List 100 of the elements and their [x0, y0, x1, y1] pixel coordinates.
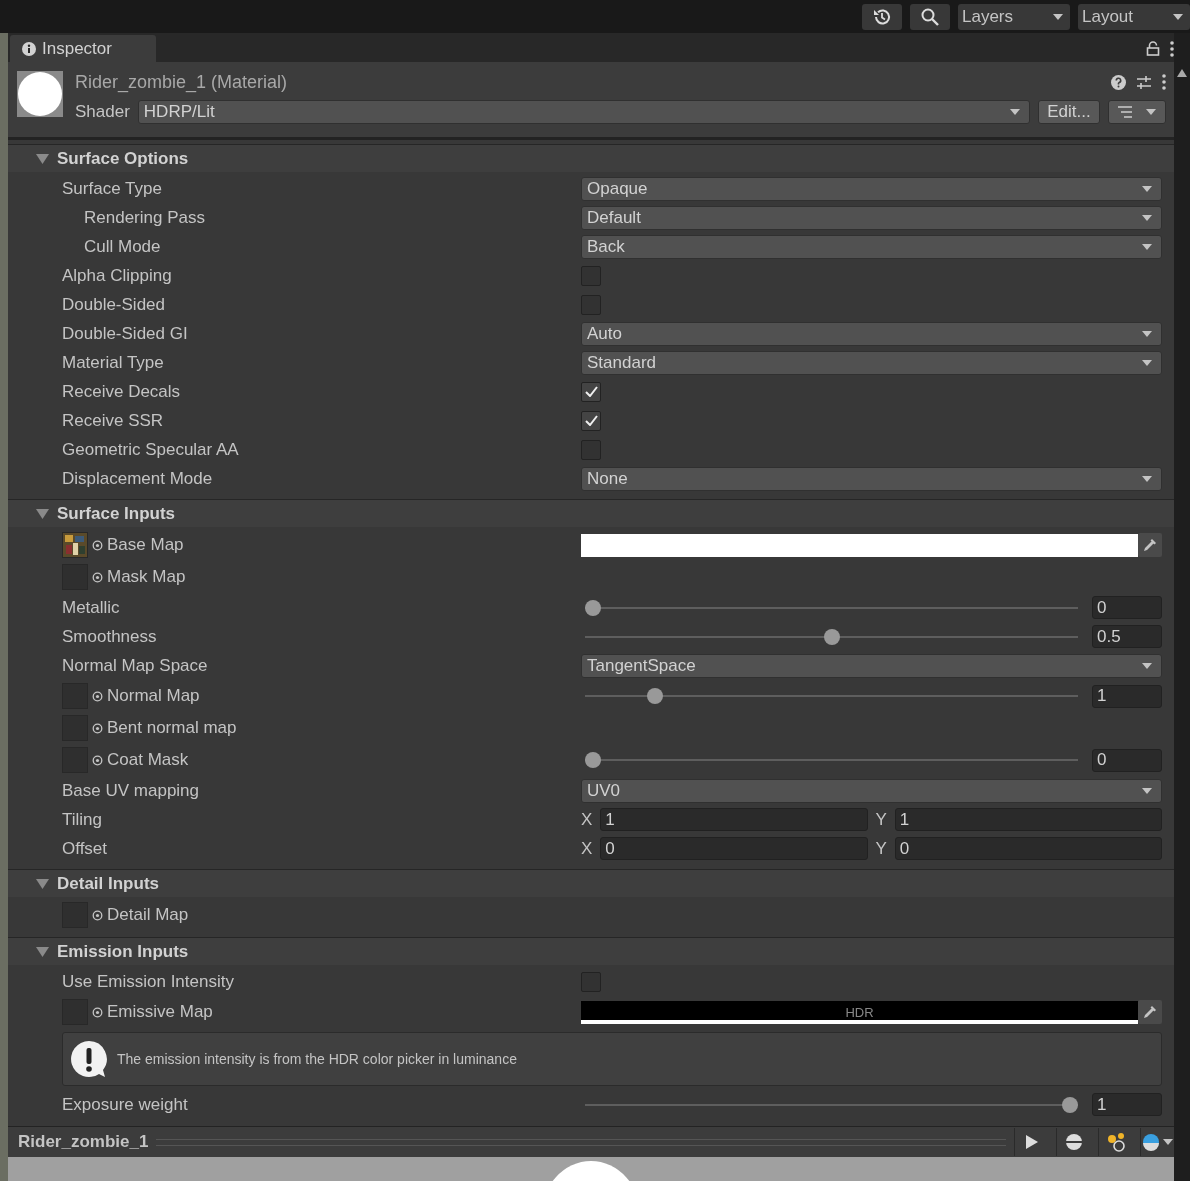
property-label: Smoothness	[62, 626, 157, 647]
section-header[interactable]: Surface Inputs	[8, 499, 1174, 527]
section-header[interactable]: Surface Options	[8, 144, 1174, 172]
eyedropper-button[interactable]	[1138, 1000, 1162, 1024]
dropdown[interactable]: Auto	[581, 321, 1162, 346]
collapse-arrow-icon[interactable]	[36, 877, 49, 890]
checkmark-icon	[584, 386, 598, 397]
search-button[interactable]	[910, 3, 950, 30]
property-label: Base UV mapping	[62, 780, 200, 801]
sky-dropdown-button[interactable]	[1140, 1128, 1174, 1156]
history-icon	[872, 6, 892, 27]
section-header[interactable]: Detail Inputs	[8, 869, 1174, 897]
number-field[interactable]: 1	[1092, 684, 1162, 708]
number-field[interactable]: 1	[600, 808, 868, 831]
dropdown[interactable]: UV0	[581, 778, 1162, 803]
caret-icon	[1141, 358, 1153, 367]
color-field[interactable]: HDR	[581, 1000, 1138, 1024]
shader-label: Shader	[75, 102, 130, 122]
property-label: Offset	[62, 838, 108, 859]
property-label: Rendering Pass	[84, 207, 205, 228]
target-icon[interactable]	[92, 539, 103, 551]
history-button[interactable]	[862, 3, 902, 30]
eyedropper-button[interactable]	[1138, 533, 1162, 557]
target-icon[interactable]	[92, 722, 103, 734]
dropdown[interactable]: None	[581, 466, 1162, 491]
lock-icon[interactable]	[1146, 41, 1160, 56]
property-label: Mask Map	[107, 567, 186, 587]
property-label: Detail Map	[107, 905, 189, 925]
axis-label: X	[581, 838, 593, 859]
axis-label: Y	[875, 809, 887, 830]
number-field[interactable]: 0.5	[1092, 625, 1162, 648]
eyedropper-icon	[1142, 1004, 1158, 1020]
caret-icon	[1009, 108, 1021, 116]
edit-button[interactable]: Edit...	[1038, 100, 1100, 124]
slider-handle[interactable]	[1062, 1096, 1078, 1113]
dropdown[interactable]: TangentSpace	[581, 653, 1162, 678]
help-icon[interactable]	[1111, 74, 1126, 90]
number-field[interactable]: 1	[1092, 1093, 1162, 1116]
more-icon[interactable]	[1162, 74, 1166, 90]
slider-handle[interactable]	[647, 688, 663, 704]
property-label: Surface Type	[62, 178, 162, 199]
property-label: Alpha Clipping	[62, 265, 172, 286]
color-field[interactable]	[581, 533, 1138, 557]
preview-title: Rider_zombie_1	[18, 1132, 149, 1152]
property-label: Exposure weight	[62, 1094, 188, 1115]
property-label: Emissive Map	[107, 1002, 213, 1022]
number-field[interactable]: 0	[1092, 748, 1162, 772]
more-icon[interactable]	[1170, 40, 1174, 57]
caret-icon	[1141, 213, 1153, 222]
drag-handle[interactable]	[156, 1138, 1006, 1146]
collapse-arrow-icon[interactable]	[36, 507, 49, 520]
target-icon[interactable]	[92, 909, 103, 921]
target-icon[interactable]	[92, 571, 103, 583]
texture-slot[interactable]	[62, 532, 88, 558]
target-icon[interactable]	[92, 1006, 103, 1018]
axis-label: Y	[875, 838, 887, 859]
dropdown[interactable]: Back	[581, 234, 1162, 259]
checkbox[interactable]	[581, 381, 601, 402]
property-label: Receive SSR	[62, 410, 164, 431]
lights-icon	[1105, 1132, 1126, 1152]
property-label: Material Type	[62, 352, 164, 373]
property-label: Double-Sided	[62, 294, 165, 315]
layers-dropdown[interactable]: Layers	[958, 3, 1070, 30]
inspector-tab[interactable]: Inspector	[10, 35, 156, 62]
sphere-icon	[1064, 1133, 1083, 1151]
caret-icon	[1161, 1138, 1174, 1146]
property-label: Double-Sided GI	[62, 323, 188, 344]
slider-handle[interactable]	[585, 752, 601, 768]
property-label: Use Emission Intensity	[62, 971, 234, 992]
caret-icon	[1145, 108, 1157, 116]
caret-icon	[1141, 661, 1153, 670]
property-label: Normal Map Space	[62, 655, 208, 676]
target-icon[interactable]	[92, 690, 103, 702]
number-field[interactable]: 1	[894, 808, 1162, 831]
list-icon	[1117, 106, 1133, 118]
number-field[interactable]: 0	[894, 837, 1162, 860]
checkbox[interactable]	[581, 410, 601, 431]
collapse-arrow-icon[interactable]	[36, 945, 49, 958]
number-field[interactable]: 0	[1092, 596, 1162, 619]
dropdown[interactable]: Standard	[581, 350, 1162, 375]
slider-handle[interactable]	[823, 628, 840, 645]
slider-handle[interactable]	[585, 599, 601, 616]
scroll-up-icon[interactable]	[1177, 69, 1187, 77]
list-dropdown-button[interactable]	[1108, 100, 1166, 124]
dropdown[interactable]: Opaque	[581, 176, 1162, 201]
preset-icon[interactable]	[1136, 74, 1152, 90]
shader-dropdown[interactable]: HDRP/Lit	[137, 100, 1030, 124]
property-label: Receive Decals	[62, 381, 181, 402]
material-preview-icon	[17, 71, 63, 117]
property-label: Base Map	[107, 535, 184, 555]
collapse-arrow-icon[interactable]	[36, 152, 49, 165]
number-field[interactable]: 0	[600, 837, 868, 860]
target-icon[interactable]	[92, 754, 103, 766]
dropdown[interactable]: Default	[581, 205, 1162, 230]
section-header[interactable]: Emission Inputs	[8, 937, 1174, 965]
property-label: Bent normal map	[107, 718, 237, 738]
caret-icon	[1141, 184, 1153, 193]
layout-dropdown[interactable]: Layout	[1078, 3, 1190, 30]
caret-icon	[1141, 474, 1153, 483]
property-label: Geometric Specular AA	[62, 439, 239, 460]
